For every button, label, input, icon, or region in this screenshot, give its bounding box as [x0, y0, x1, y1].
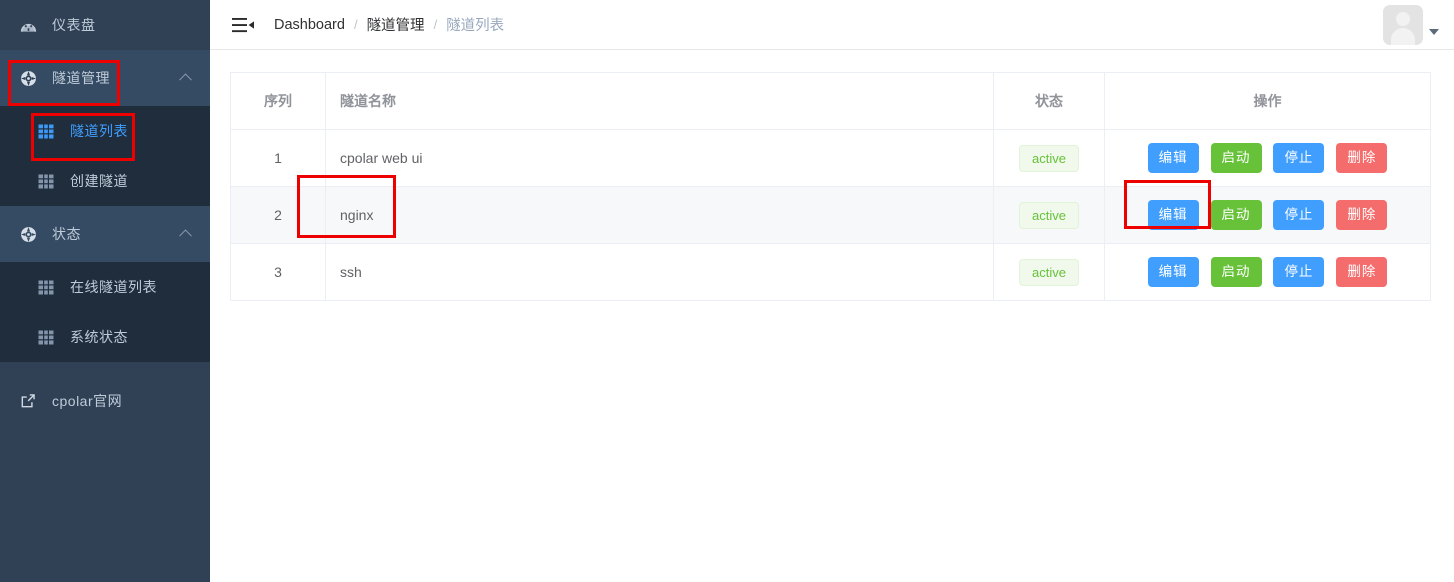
sidebar-item-label: 仪表盘 [52, 17, 96, 33]
sidebar-group-label: 隧道管理 [52, 70, 110, 86]
delete-button[interactable]: 删除 [1336, 199, 1388, 231]
cell-name: nginx [325, 186, 994, 244]
sidebar-item-label: 在线隧道列表 [70, 279, 157, 295]
breadcrumb-item-tunnel-list: 隧道列表 [446, 18, 505, 34]
start-button[interactable]: 启动 [1210, 142, 1262, 174]
table-grid-icon [38, 278, 62, 296]
main-area: Dashboard / 隧道管理 / 隧道列表 序列 隧道名称 状态 操作 1 … [210, 0, 1454, 582]
sidebar-item-label: cpolar官网 [52, 393, 123, 409]
compass-icon [20, 225, 44, 243]
breadcrumb-item-dashboard[interactable]: Dashboard [274, 17, 345, 33]
compass-icon [20, 69, 44, 87]
cell-state: active [993, 129, 1105, 187]
sidebar: 仪表盘 隧道管理 隧道列表 创建隧道 状态 在线隧道列表 系统状态 cpolar… [0, 0, 210, 582]
sidebar-group-label: 状态 [52, 226, 81, 242]
stop-button[interactable]: 停止 [1273, 199, 1325, 231]
stop-button[interactable]: 停止 [1273, 142, 1325, 174]
status-badge: active [1019, 144, 1079, 172]
edit-button[interactable]: 编辑 [1147, 256, 1199, 288]
chevron-up-icon [179, 229, 192, 243]
table-grid-icon [38, 328, 62, 346]
breadcrumb-separator: / [433, 17, 438, 32]
sidebar-submenu-tunnel-management: 隧道列表 创建隧道 [0, 106, 210, 206]
table-head: 序列 隧道名称 状态 操作 [230, 72, 1431, 130]
sidebar-item-label: 创建隧道 [70, 173, 128, 189]
sidebar-item-create-tunnel[interactable]: 创建隧道 [0, 156, 210, 206]
tunnel-table: 序列 隧道名称 状态 操作 1 cpolar web ui active 编辑 … [230, 72, 1431, 301]
sidebar-item-dashboard[interactable]: 仪表盘 [0, 0, 210, 50]
table-row: 1 cpolar web ui active 编辑 启动 停止 删除 [230, 129, 1431, 187]
cell-seq: 2 [230, 186, 326, 244]
sidebar-item-system-status[interactable]: 系统状态 [0, 312, 210, 362]
edit-button[interactable]: 编辑 [1147, 199, 1199, 231]
table-row: 2 nginx active 编辑 启动 停止 删除 [230, 186, 1431, 244]
sidebar-item-label: 隧道列表 [70, 123, 128, 139]
dashboard-icon [20, 16, 44, 34]
sidebar-group-status[interactable]: 状态 [0, 206, 210, 262]
sidebar-spacer [0, 362, 210, 376]
start-button[interactable]: 启动 [1210, 199, 1262, 231]
edit-button[interactable]: 编辑 [1147, 142, 1199, 174]
delete-button[interactable]: 删除 [1336, 142, 1388, 174]
cell-state: active [993, 243, 1105, 301]
cell-name: ssh [325, 243, 994, 301]
status-badge: active [1019, 258, 1079, 286]
table-body: 1 cpolar web ui active 编辑 启动 停止 删除 2 ngi… [230, 129, 1431, 301]
chevron-up-icon [179, 73, 192, 87]
column-header-state: 状态 [993, 72, 1105, 130]
cell-actions: 编辑 启动 停止 删除 [1104, 129, 1431, 187]
cell-seq: 3 [230, 243, 326, 301]
start-button[interactable]: 启动 [1210, 256, 1262, 288]
cell-state: active [993, 186, 1105, 244]
table-header-row: 序列 隧道名称 状态 操作 [230, 72, 1431, 130]
hamburger-collapse-icon[interactable] [232, 17, 254, 33]
cell-actions: 编辑 启动 停止 删除 [1104, 243, 1431, 301]
stop-button[interactable]: 停止 [1273, 256, 1325, 288]
user-menu[interactable] [1383, 4, 1439, 45]
sidebar-item-label: 系统状态 [70, 329, 128, 345]
column-header-seq: 序列 [230, 72, 326, 130]
cell-name: cpolar web ui [325, 129, 994, 187]
table-grid-icon [38, 122, 62, 140]
topbar: Dashboard / 隧道管理 / 隧道列表 [210, 0, 1454, 50]
column-header-ops: 操作 [1104, 72, 1431, 130]
delete-button[interactable]: 删除 [1336, 256, 1388, 288]
app-root: 仪表盘 隧道管理 隧道列表 创建隧道 状态 在线隧道列表 系统状态 cpolar… [0, 0, 1454, 582]
sidebar-item-tunnel-list[interactable]: 隧道列表 [0, 106, 210, 156]
caret-down-icon[interactable] [1429, 28, 1439, 35]
sidebar-submenu-status: 在线隧道列表 系统状态 [0, 262, 210, 362]
avatar[interactable] [1383, 4, 1423, 45]
sidebar-item-online-tunnel-list[interactable]: 在线隧道列表 [0, 262, 210, 312]
content-area: 序列 隧道名称 状态 操作 1 cpolar web ui active 编辑 … [210, 50, 1454, 301]
external-link-icon [20, 392, 44, 410]
status-badge: active [1019, 201, 1079, 229]
breadcrumb: Dashboard / 隧道管理 / 隧道列表 [274, 14, 504, 35]
cell-seq: 1 [230, 129, 326, 187]
sidebar-item-cpolar-website[interactable]: cpolar官网 [0, 376, 210, 426]
cell-actions: 编辑 启动 停止 删除 [1104, 186, 1431, 244]
table-row: 3 ssh active 编辑 启动 停止 删除 [230, 243, 1431, 301]
breadcrumb-item-tunnel-management[interactable]: 隧道管理 [367, 14, 425, 35]
sidebar-group-tunnel-management[interactable]: 隧道管理 [0, 50, 210, 106]
breadcrumb-separator: / [353, 17, 358, 32]
table-grid-icon [38, 172, 62, 190]
column-header-name: 隧道名称 [325, 72, 994, 130]
